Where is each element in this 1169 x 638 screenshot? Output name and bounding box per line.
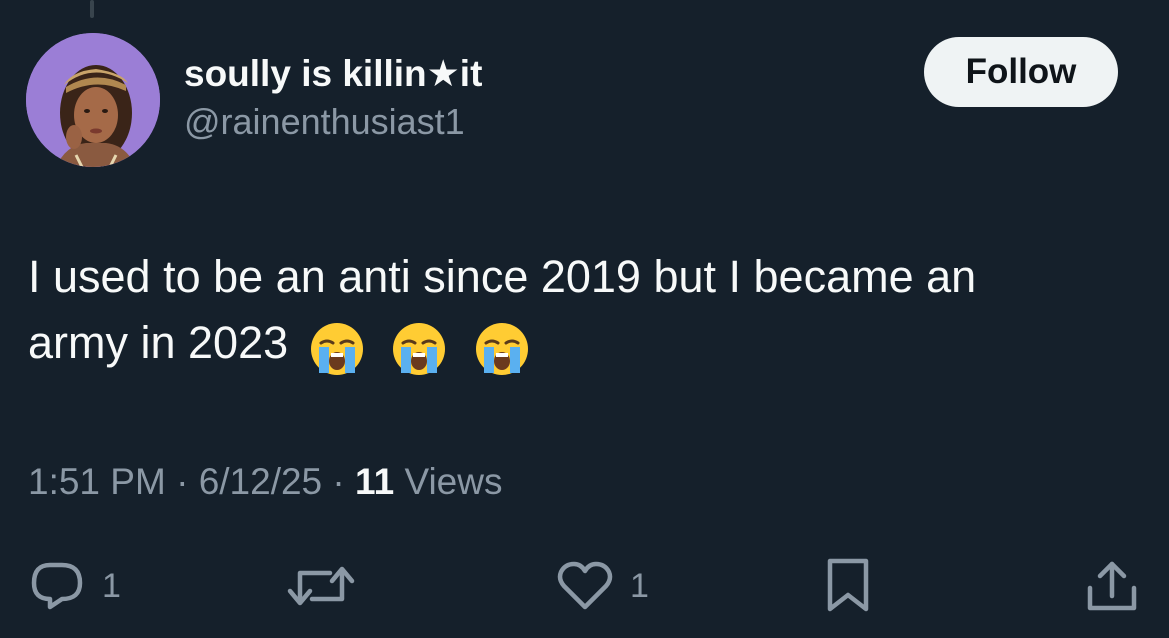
- author-display-name[interactable]: soully is killin★it: [184, 52, 482, 96]
- repost-icon: [287, 566, 355, 606]
- like-button[interactable]: 1: [556, 556, 649, 616]
- share-button[interactable]: [1084, 556, 1140, 616]
- tweet-action-bar: 1 1: [0, 556, 1169, 616]
- tweet-time[interactable]: 1:51 PM: [28, 461, 166, 502]
- meta-separator: ·: [332, 461, 345, 502]
- avatar-photo: [26, 33, 160, 167]
- reply-icon: [31, 562, 83, 610]
- tweet-text-line-2: army in 2023: [28, 310, 1128, 379]
- tweet-metadata: 1:51 PM · 6/12/25 · 11 Views: [28, 458, 502, 506]
- author-info[interactable]: soully is killin★it @rainenthusiast1: [184, 52, 482, 144]
- meta-separator: ·: [176, 461, 189, 502]
- views-count: 11: [355, 461, 395, 502]
- bookmark-button[interactable]: [824, 556, 888, 616]
- tweet-text-line-2-text: army in 2023: [28, 317, 289, 368]
- heart-icon: [557, 561, 613, 610]
- views-label: Views: [404, 461, 503, 502]
- avatar[interactable]: [26, 33, 160, 167]
- emoji-group: [309, 313, 544, 379]
- author-handle[interactable]: @rainenthusiast1: [184, 100, 482, 144]
- repost-button[interactable]: [286, 556, 372, 616]
- like-count: 1: [630, 566, 649, 605]
- loudly-crying-face-emoji-icon: [393, 323, 446, 376]
- thread-connector-line: [90, 0, 94, 18]
- tweet-text-line-1: I used to be an anti since 2019 but I be…: [28, 251, 977, 302]
- bookmark-icon: [827, 558, 869, 612]
- tweet-text: I used to be an anti since 2019 but I be…: [28, 244, 1128, 379]
- share-icon: [1087, 561, 1137, 611]
- loudly-crying-face-emoji-icon: [475, 323, 528, 376]
- loudly-crying-face-emoji-icon: [310, 323, 363, 376]
- tweet-date[interactable]: 6/12/25: [199, 461, 322, 502]
- follow-button[interactable]: Follow: [924, 37, 1118, 107]
- reply-button[interactable]: 1: [28, 556, 121, 616]
- reply-count: 1: [102, 566, 121, 605]
